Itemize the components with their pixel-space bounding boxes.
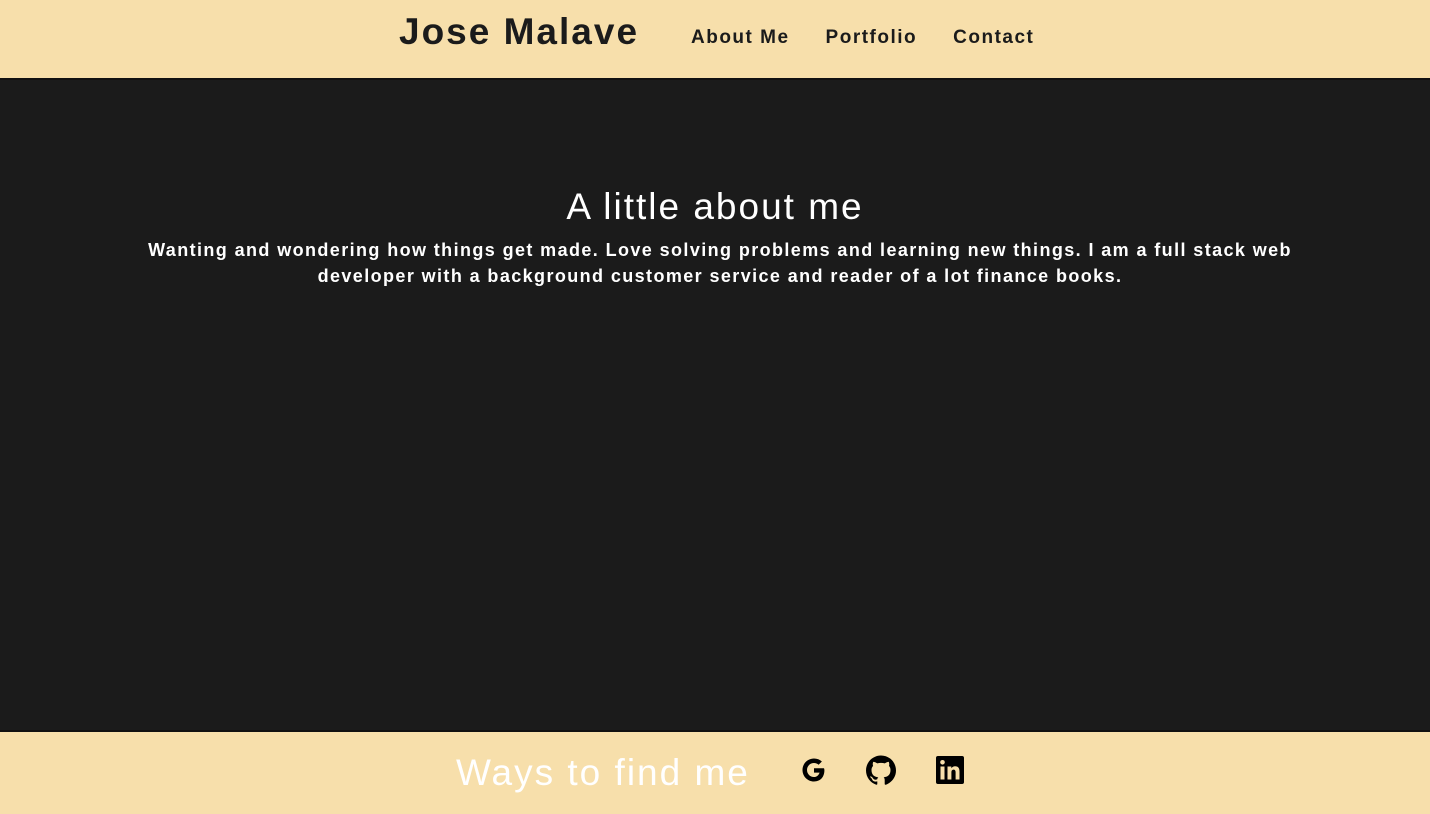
site-header: Jose Malave About Me Portfolio Contact [0, 0, 1430, 80]
about-section: A little about me Wanting and wondering … [0, 80, 1430, 730]
google-icon [802, 758, 825, 782]
google-link[interactable] [797, 753, 831, 787]
site-footer: Ways to find me [0, 730, 1430, 814]
footer-title: Ways to find me [456, 752, 750, 793]
nav-link-portfolio[interactable]: Portfolio [826, 27, 918, 49]
linkedin-link[interactable] [933, 753, 967, 787]
github-link[interactable] [864, 753, 898, 787]
site-brand[interactable]: Jose Malave [399, 11, 639, 53]
nav-link-about-me[interactable]: About Me [691, 27, 790, 49]
github-icon [866, 755, 896, 785]
main-nav: About Me Portfolio Contact [691, 27, 1034, 49]
linkedin-icon [936, 756, 964, 784]
about-title: A little about me [566, 186, 864, 227]
about-text: Wanting and wondering how things get mad… [148, 240, 1292, 286]
nav-link-contact[interactable]: Contact [953, 27, 1034, 49]
